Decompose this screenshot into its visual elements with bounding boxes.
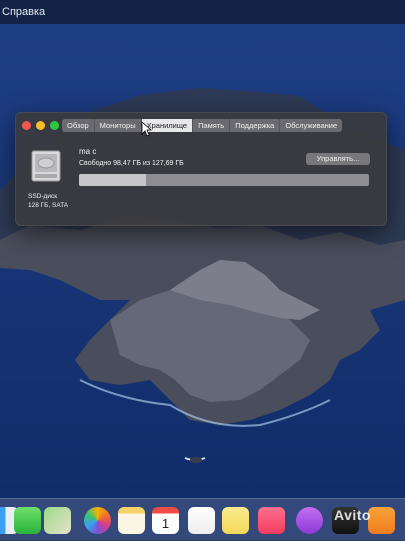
reminders-icon[interactable]	[188, 507, 215, 534]
volume-name: ma c	[79, 147, 97, 156]
books-icon[interactable]	[368, 507, 395, 534]
stickies-icon[interactable]	[222, 507, 249, 534]
photos-icon[interactable]	[84, 507, 111, 534]
watermark: Avito	[334, 507, 371, 523]
calendar-icon[interactable]: 1	[152, 507, 179, 534]
menu-item-help[interactable]: Справка	[2, 6, 45, 18]
system-info-window: Обзор Мониторы Хранилище Память Поддержк…	[15, 112, 387, 226]
close-button[interactable]	[22, 121, 31, 130]
disk-icon	[31, 150, 61, 182]
tab-displays[interactable]: Мониторы	[95, 119, 142, 132]
desktop-wallpaper	[0, 0, 405, 540]
music-icon[interactable]	[258, 507, 285, 534]
tab-service[interactable]: Обслуживание	[280, 119, 342, 132]
storage-used-fill	[79, 174, 146, 186]
maps-icon[interactable]	[44, 507, 71, 534]
calendar-day: 1	[161, 516, 170, 531]
tab-overview[interactable]: Обзор	[62, 119, 95, 132]
disk-type: SSD-диск	[28, 193, 58, 200]
traffic-lights	[22, 121, 59, 130]
messages-icon[interactable]	[14, 507, 41, 534]
maximize-button[interactable]	[50, 121, 59, 130]
disk-description: SSD-диск 128 ГБ, SATA	[28, 192, 68, 210]
notes-icon[interactable]	[118, 507, 145, 534]
free-space-text: Свободно 98,47 ГБ из 127,69 ГБ	[79, 160, 184, 167]
disk-info: 128 ГБ, SATA	[28, 202, 69, 209]
tab-bar: Обзор Мониторы Хранилище Память Поддержк…	[62, 119, 343, 132]
minimize-button[interactable]	[36, 121, 45, 130]
tab-support[interactable]: Поддержка	[230, 119, 281, 132]
mouse-cursor-icon	[141, 121, 153, 137]
tab-memory[interactable]: Память	[193, 119, 231, 132]
menu-bar: Справка	[0, 0, 405, 24]
storage-bar	[79, 174, 369, 186]
podcasts-icon[interactable]	[296, 507, 323, 534]
manage-button[interactable]: Управлять...	[306, 153, 370, 165]
